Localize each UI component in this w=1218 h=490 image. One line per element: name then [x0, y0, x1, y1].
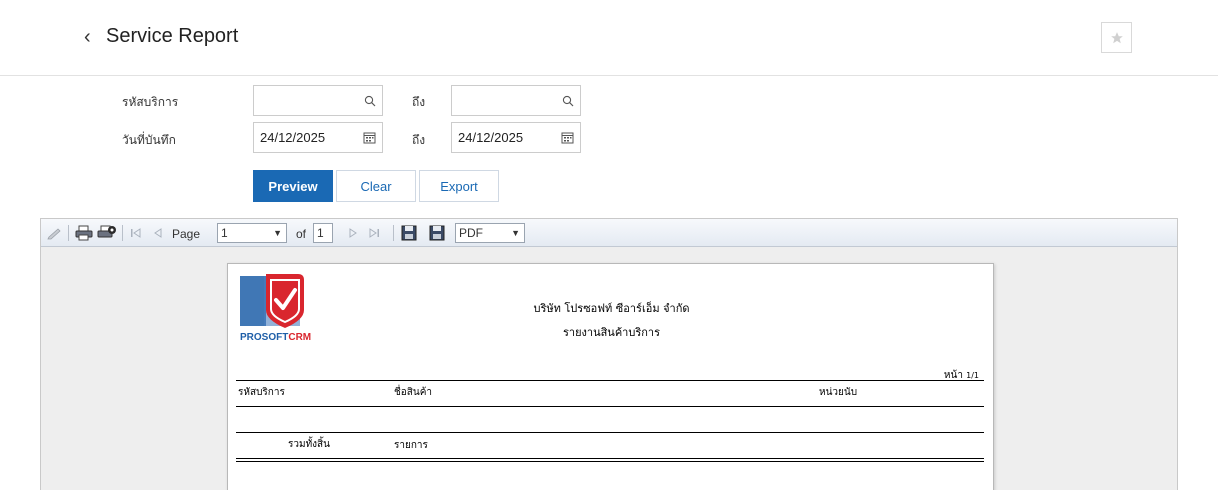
chevron-down-icon: ▼	[511, 228, 520, 238]
column-header-unit: หน่วยนับ	[819, 387, 858, 398]
pencil-icon[interactable]	[47, 224, 63, 242]
of-label: of	[296, 227, 307, 241]
calendar-icon[interactable]	[363, 123, 376, 152]
date-to-value: 24/12/2025	[458, 130, 524, 145]
search-icon[interactable]	[562, 86, 574, 115]
save-icon[interactable]	[401, 224, 417, 242]
favorite-button[interactable]	[1101, 22, 1132, 53]
total-pages-value: 1	[317, 226, 324, 240]
star-icon	[1110, 31, 1123, 43]
record-date-label: วันที่บันทึก	[122, 133, 176, 147]
page-number-select[interactable]: 1 ▼	[217, 223, 287, 243]
divider	[236, 432, 984, 433]
chevron-down-icon: ▼	[273, 228, 282, 238]
export-format-select[interactable]: PDF ▼	[455, 223, 525, 243]
divider	[236, 380, 984, 381]
report-viewer: Page 1 ▼ of 1 PDF ▼ PROSOFTCRM บริษัท โป…	[40, 218, 1178, 490]
service-code-to-input[interactable]	[451, 85, 581, 116]
page-label: Page	[172, 227, 201, 241]
print-settings-icon[interactable]	[97, 224, 117, 242]
export-button[interactable]: Export	[419, 170, 499, 202]
date-from-value: 24/12/2025	[260, 130, 326, 145]
total-label: รวมทั้งสิ้น	[288, 439, 330, 450]
viewer-toolbar: Page 1 ▼ of 1 PDF ▼	[41, 219, 1177, 247]
items-label: รายการ	[394, 440, 428, 451]
divider	[236, 461, 984, 462]
clear-button[interactable]: Clear	[336, 170, 416, 202]
total-pages-field: 1	[313, 223, 333, 243]
service-code-to-label: ถึง	[412, 95, 426, 109]
service-code-label: รหัสบริการ	[122, 95, 179, 109]
page-header: ‹ Service Report	[0, 0, 1218, 76]
page-indicator-value: 1/1	[966, 371, 979, 380]
previous-page-icon[interactable]	[151, 224, 165, 242]
report-title: รายงานสินค้าบริการ	[562, 326, 660, 339]
calendar-icon[interactable]	[561, 123, 574, 152]
preview-button[interactable]: Preview	[253, 170, 333, 202]
divider	[236, 458, 984, 459]
search-icon[interactable]	[364, 86, 376, 115]
divider	[236, 406, 984, 407]
export-format-value: PDF	[459, 226, 483, 240]
export-save-icon[interactable]	[429, 224, 445, 242]
last-page-icon[interactable]	[367, 224, 381, 242]
date-from-input[interactable]: 24/12/2025	[253, 122, 383, 153]
page-title: Service Report	[106, 25, 239, 47]
column-header-service-code: รหัสบริการ	[238, 387, 285, 398]
column-header-product-name: ชื่อสินค้า	[394, 387, 433, 398]
next-page-icon[interactable]	[346, 224, 360, 242]
company-name: บริษัท โปรซอฟท์ ซีอาร์เอ็ม จำกัด	[533, 302, 690, 315]
page-number-value: 1	[221, 226, 228, 240]
service-code-from-input[interactable]	[253, 85, 383, 116]
date-to-label: ถึง	[412, 133, 426, 147]
print-icon[interactable]	[75, 224, 93, 242]
report-page: PROSOFTCRM บริษัท โปรซอฟท์ ซีอาร์เอ็ม จำ…	[227, 263, 994, 490]
back-icon[interactable]: ‹	[84, 26, 91, 49]
first-page-icon[interactable]	[129, 224, 143, 242]
date-to-input[interactable]: 24/12/2025	[451, 122, 581, 153]
